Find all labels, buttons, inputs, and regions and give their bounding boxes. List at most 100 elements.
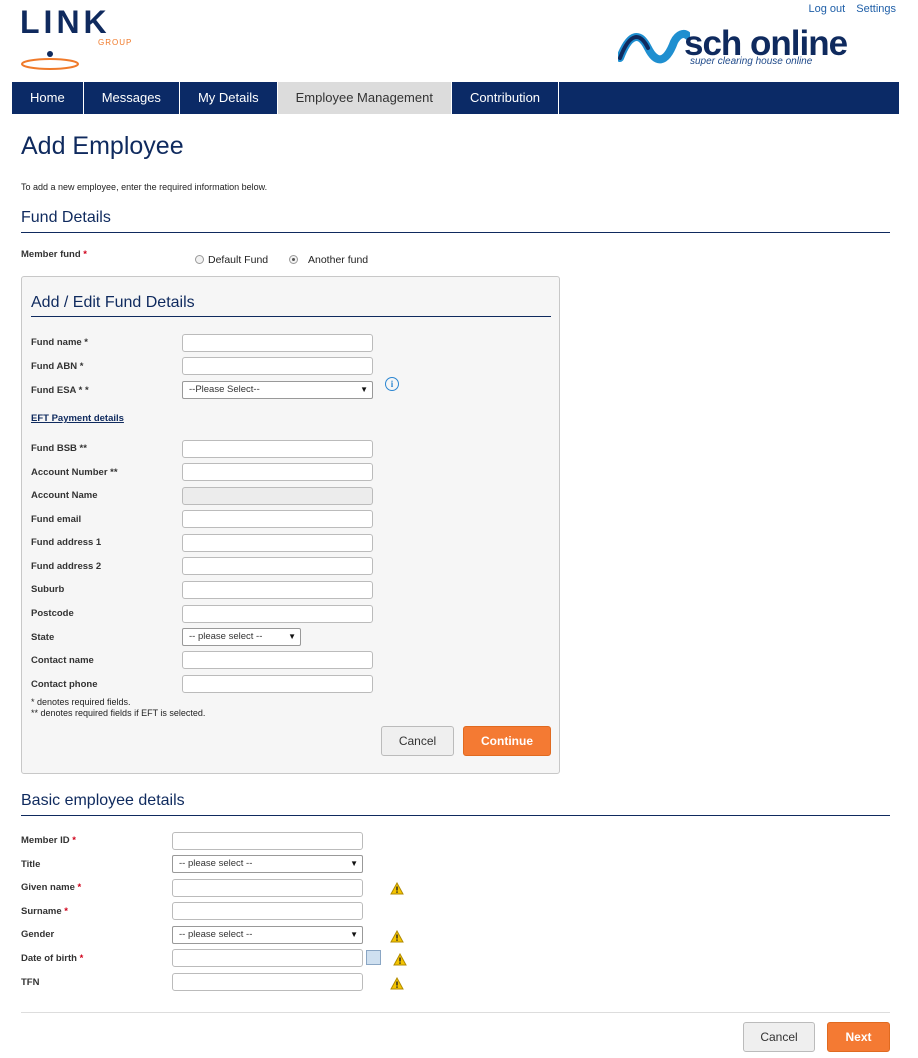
fund-name-label: Fund name *	[31, 337, 89, 348]
sch-tagline: super clearing house online	[690, 56, 813, 67]
required-mark: *	[72, 835, 76, 846]
chevron-down-icon: ▼	[350, 930, 358, 939]
next-button[interactable]: Next	[827, 1022, 890, 1052]
account-name-label: Account Name	[31, 490, 98, 501]
tfn-input[interactable]	[172, 973, 363, 991]
gender-label: Gender	[21, 929, 55, 940]
nav-home[interactable]: Home	[12, 82, 84, 114]
link-logo-mark	[21, 51, 79, 70]
required-note-2: ** denotes required fields if EFT is sel…	[31, 708, 206, 718]
warning-icon	[390, 882, 404, 895]
fund-address2-input[interactable]	[182, 557, 373, 575]
fund-address1-input[interactable]	[182, 534, 373, 552]
fund-esa-select-value: --Please Select--	[189, 384, 260, 395]
contact-name-label: Contact name	[31, 655, 94, 666]
fund-details-panel: Add / Edit Fund Details Fund name * Fund…	[21, 276, 560, 774]
suburb-label: Suburb	[31, 584, 65, 595]
radio-default-fund-control[interactable]	[195, 255, 204, 264]
employee-details-heading: Basic employee details	[21, 792, 185, 809]
title-select[interactable]: -- please select -- ▼	[172, 855, 363, 873]
nav-messages[interactable]: Messages	[84, 82, 180, 114]
chevron-down-icon: ▼	[360, 385, 368, 394]
contact-phone-input[interactable]	[182, 675, 373, 693]
link-logo-text: LINK	[20, 4, 111, 40]
postcode-input[interactable]	[182, 605, 373, 623]
gender-select[interactable]: -- please select -- ▼	[172, 926, 363, 944]
required-mark: *	[83, 249, 87, 260]
link-group-logo: LINK GROUP	[20, 4, 133, 72]
radio-another-fund-control[interactable]	[289, 255, 298, 264]
radio-default-fund[interactable]: Default Fund	[195, 250, 268, 268]
dob-label-text: Date of birth	[21, 953, 77, 964]
page-title: Add Employee	[21, 132, 184, 160]
fund-esa-select[interactable]: --Please Select-- ▼	[182, 381, 373, 399]
radio-another-fund[interactable]: Another fund	[289, 250, 368, 268]
fund-bsb-label: Fund BSB **	[31, 443, 87, 454]
account-name-input	[182, 487, 373, 505]
settings-link[interactable]: Settings	[856, 3, 896, 15]
state-select-value: -- please select --	[189, 631, 263, 642]
postcode-label: Postcode	[31, 608, 74, 619]
given-name-input[interactable]	[172, 879, 363, 897]
radio-another-fund-label: Another fund	[308, 254, 369, 266]
contact-name-input[interactable]	[182, 651, 373, 669]
chevron-down-icon: ▼	[350, 859, 358, 868]
calendar-icon[interactable]	[366, 950, 381, 965]
main-nav: Home Messages My Details Employee Manage…	[12, 82, 899, 114]
warning-icon	[390, 977, 404, 990]
panel-rule	[31, 316, 551, 317]
required-mark: *	[64, 906, 68, 917]
title-select-value: -- please select --	[179, 858, 253, 869]
top-links: Log out Settings	[800, 3, 896, 15]
sch-wave-icon	[618, 30, 690, 64]
continue-button[interactable]: Continue	[463, 726, 551, 756]
eft-payment-heading: EFT Payment details	[31, 413, 124, 424]
intro-text: To add a new employee, enter the require…	[21, 182, 268, 192]
radio-default-fund-label: Default Fund	[208, 254, 269, 266]
required-mark: *	[77, 882, 82, 893]
nav-contribution[interactable]: Contribution	[452, 82, 560, 114]
suburb-input[interactable]	[182, 581, 373, 599]
footer-divider	[21, 1012, 890, 1013]
state-label: State	[31, 632, 55, 643]
dob-input[interactable]	[172, 949, 363, 967]
surname-label-text: Surname	[21, 906, 62, 917]
panel-heading: Add / Edit Fund Details	[31, 294, 195, 311]
fund-abn-label: Fund ABN *	[31, 361, 84, 372]
surname-label: Surname *	[21, 906, 68, 917]
state-select[interactable]: -- please select -- ▼	[182, 628, 301, 646]
info-icon[interactable]: i	[385, 377, 399, 391]
title-label: Title	[21, 859, 41, 870]
member-id-label: Member ID *	[21, 835, 76, 846]
fund-address1-label: Fund address 1	[31, 537, 102, 548]
fund-details-rule	[21, 232, 890, 233]
fund-bsb-input[interactable]	[182, 440, 373, 458]
fund-name-input[interactable]	[182, 334, 373, 352]
fund-abn-input[interactable]	[182, 357, 373, 375]
gender-select-value: -- please select --	[179, 929, 253, 940]
account-number-input[interactable]	[182, 463, 373, 481]
surname-input[interactable]	[172, 902, 363, 920]
required-note-1: * denotes required fields.	[31, 697, 131, 707]
chevron-down-icon: ▼	[288, 632, 296, 641]
member-id-label-text: Member ID	[21, 835, 70, 846]
member-fund-label: Member fund *	[21, 249, 87, 260]
fund-email-input[interactable]	[182, 510, 373, 528]
logout-link[interactable]: Log out	[808, 3, 845, 15]
employee-details-rule	[21, 815, 890, 816]
sch-online-logo: sch online super clearing house online	[618, 24, 894, 72]
member-id-input[interactable]	[172, 832, 363, 850]
link-logo-sub: GROUP	[98, 38, 133, 47]
required-mark: *	[79, 953, 84, 964]
nav-employee-management[interactable]: Employee Management	[277, 82, 452, 114]
given-name-label-text: Given name	[21, 882, 75, 893]
warning-icon	[393, 953, 407, 966]
dob-label: Date of birth *	[21, 953, 83, 964]
account-number-label: Account Number **	[31, 467, 118, 478]
tfn-label: TFN	[21, 977, 40, 988]
nav-my-details[interactable]: My Details	[180, 82, 278, 114]
panel-cancel-button[interactable]: Cancel	[381, 726, 454, 756]
fund-address2-label: Fund address 2	[31, 561, 102, 572]
cancel-button[interactable]: Cancel	[743, 1022, 815, 1052]
fund-email-label: Fund email	[31, 514, 82, 525]
